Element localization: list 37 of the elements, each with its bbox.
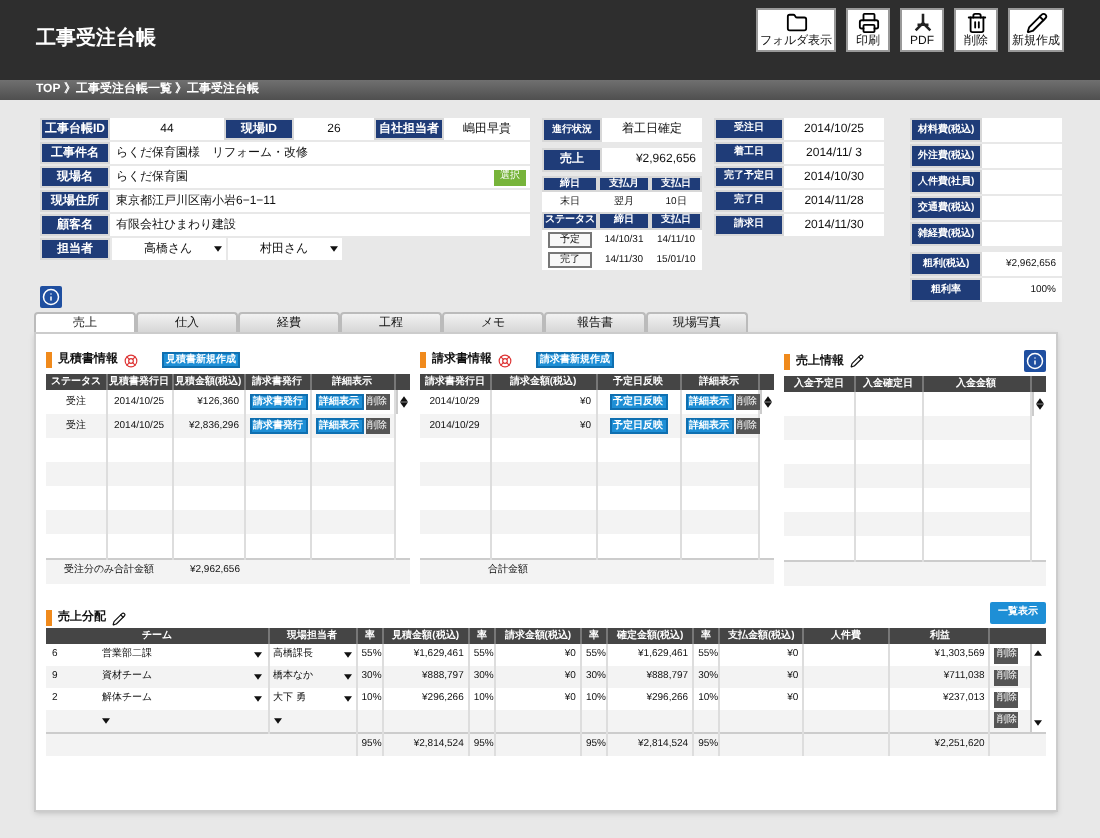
section-marker [420, 352, 426, 368]
folder-icon [785, 12, 807, 34]
info-button[interactable] [1024, 350, 1046, 372]
caret-icon [253, 696, 262, 702]
pdf-icon [911, 12, 933, 34]
section-marker [46, 352, 52, 368]
pencil-icon[interactable] [112, 611, 126, 625]
pencil-icon[interactable] [850, 354, 864, 368]
caret-icon [253, 652, 262, 658]
page-title: 工事受注台帳 [36, 30, 156, 50]
scroll-up-icon[interactable] [1034, 650, 1043, 656]
scrollbar[interactable] [1029, 644, 1046, 731]
lifebuoy-icon [498, 353, 512, 367]
scroll-down-icon[interactable] [399, 402, 408, 408]
info-icon [1026, 352, 1044, 370]
caret-icon [253, 674, 262, 680]
section-marker [784, 353, 790, 369]
section-marker [46, 610, 52, 626]
scroll-down-icon[interactable] [1034, 719, 1043, 725]
caret-icon [214, 246, 222, 252]
scroll-up-icon[interactable] [763, 396, 772, 402]
printer-icon [857, 12, 879, 34]
pencil-icon [1025, 12, 1047, 34]
scroll-up-icon[interactable] [1035, 398, 1044, 404]
scroll-down-icon[interactable] [1035, 404, 1044, 410]
scroll-down-icon[interactable] [763, 402, 772, 408]
caret-icon [273, 717, 282, 724]
caret-icon [330, 246, 338, 252]
caret-icon [343, 674, 352, 680]
lifebuoy-icon [124, 353, 138, 367]
trash-icon [965, 12, 987, 34]
info-button[interactable] [40, 286, 62, 308]
caret-icon [343, 652, 352, 658]
caret-icon [343, 696, 352, 702]
scroll-up-icon[interactable] [399, 396, 408, 402]
info-icon [42, 288, 60, 306]
caret-icon [102, 717, 111, 724]
